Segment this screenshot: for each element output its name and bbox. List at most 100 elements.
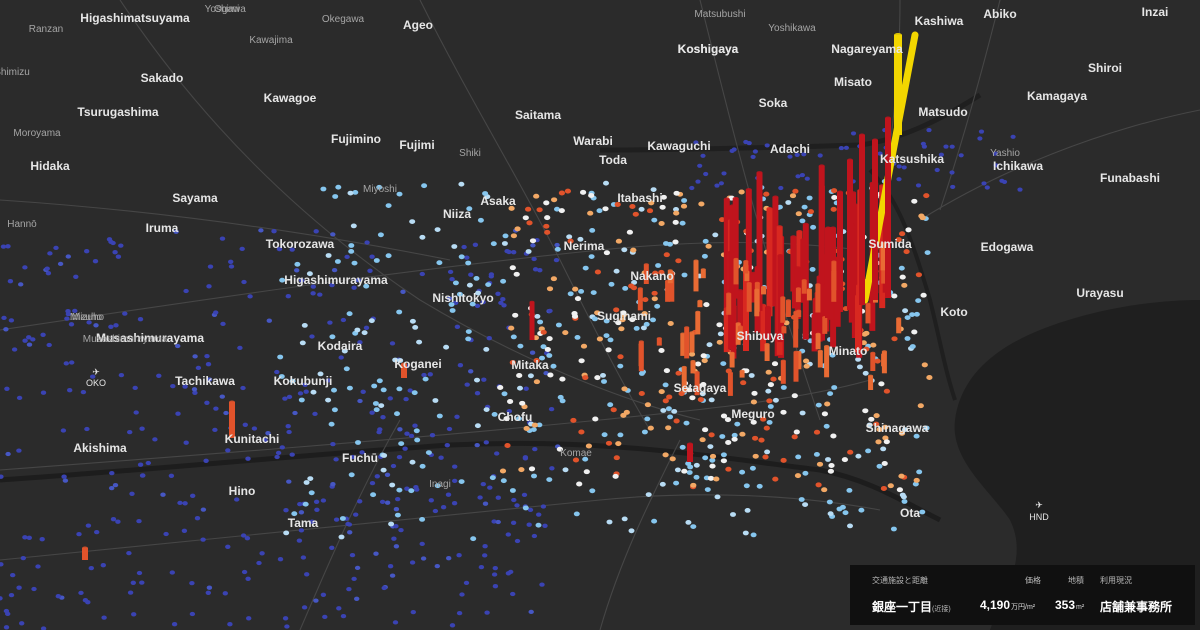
price-column [727,371,733,396]
price-dot [8,318,15,323]
price-dot [526,220,533,226]
price-dot [398,441,405,446]
price-dot [369,254,375,259]
price-dot [126,550,132,556]
place-label: Minato [829,344,868,358]
price-dot [740,380,747,386]
place-label: Itabashi [617,191,662,205]
price-value: 4,190万円/m² [980,598,1035,612]
price-dot [839,504,846,510]
price-dot [78,590,84,596]
price-column [780,296,786,323]
price-dot [84,426,90,432]
price-dot [394,411,400,417]
price-dot [828,463,835,468]
price-dot [809,267,816,272]
price-dot [716,322,723,328]
price-dot [681,468,688,474]
price-dot [984,185,990,190]
price-dot [16,585,22,590]
price-dot [862,370,869,376]
price-dot [827,468,835,474]
airplane-icon: ✈ [92,367,100,377]
price-dot [934,167,940,173]
price-dot [734,421,741,427]
price-column [881,350,887,374]
price-dot [672,219,679,225]
price-dot [693,462,700,468]
price-dot [880,486,888,491]
price-dot [461,244,467,250]
price-dot [458,254,465,260]
price-dot [804,176,810,181]
price-dot [827,511,834,517]
place-label: Asaka [480,194,516,208]
price-dot [452,464,458,469]
price-dot [313,499,320,504]
price-dot [530,243,536,248]
price-dot [351,576,357,582]
price-dot [481,377,487,382]
price-dot [482,553,488,558]
price-dot [19,621,25,626]
price-dot [282,616,289,621]
price-dot [298,397,305,403]
price-dot [749,465,756,471]
price-dot [655,263,662,268]
price-dot [175,411,181,416]
price-dot [115,519,121,524]
price-dot [825,457,831,462]
price-dot [905,227,912,233]
price-dot [314,507,320,512]
price-dot [878,381,885,387]
price-dot [80,389,87,395]
price-dot [693,474,700,480]
price-dot [554,246,561,252]
price-dot [465,260,472,266]
price-dot [719,434,726,439]
price-dot [714,494,721,500]
price-column [764,343,770,361]
price-dot [363,325,370,330]
price-dot [136,518,142,524]
price-dot [421,183,428,189]
price-dot [132,385,138,391]
price-dot [521,492,528,498]
price-dot [659,481,666,487]
price-dot [31,586,37,592]
price-dot [537,268,543,273]
price-dot [327,320,333,325]
price-dot [663,252,670,258]
price-dot [920,141,927,146]
price-dot [292,410,298,416]
place-label: Tachikawa [175,374,235,388]
price-dot [681,272,688,278]
price-dot [537,319,544,325]
price-dot [246,616,252,621]
price-dot [62,478,69,483]
price-dot [494,451,500,456]
price-dot [330,441,336,447]
price-dot [550,363,557,369]
price-dot [393,544,400,549]
price-dot [742,530,749,536]
price-dot [531,256,537,262]
price-dot [574,335,581,340]
price-dot [397,427,403,432]
place-label-minor: Mizuho [72,312,105,323]
price-dot [708,397,715,403]
price-dot [764,449,771,455]
price-column [695,310,701,335]
price-dot [679,220,686,226]
price-dot [547,308,553,314]
price-dot [780,385,787,390]
price-dot [667,241,673,247]
price-dot [449,623,456,628]
price-dot [669,456,676,462]
land-price-map[interactable]: Kashiwa Abiko Inzai Nagareyama Koshigaya Shir… [0,0,1200,630]
price-dot [482,544,488,549]
place-label: Suginami [597,309,651,323]
price-dot [361,330,368,336]
price-dot [425,450,432,455]
price-dot [369,410,375,415]
